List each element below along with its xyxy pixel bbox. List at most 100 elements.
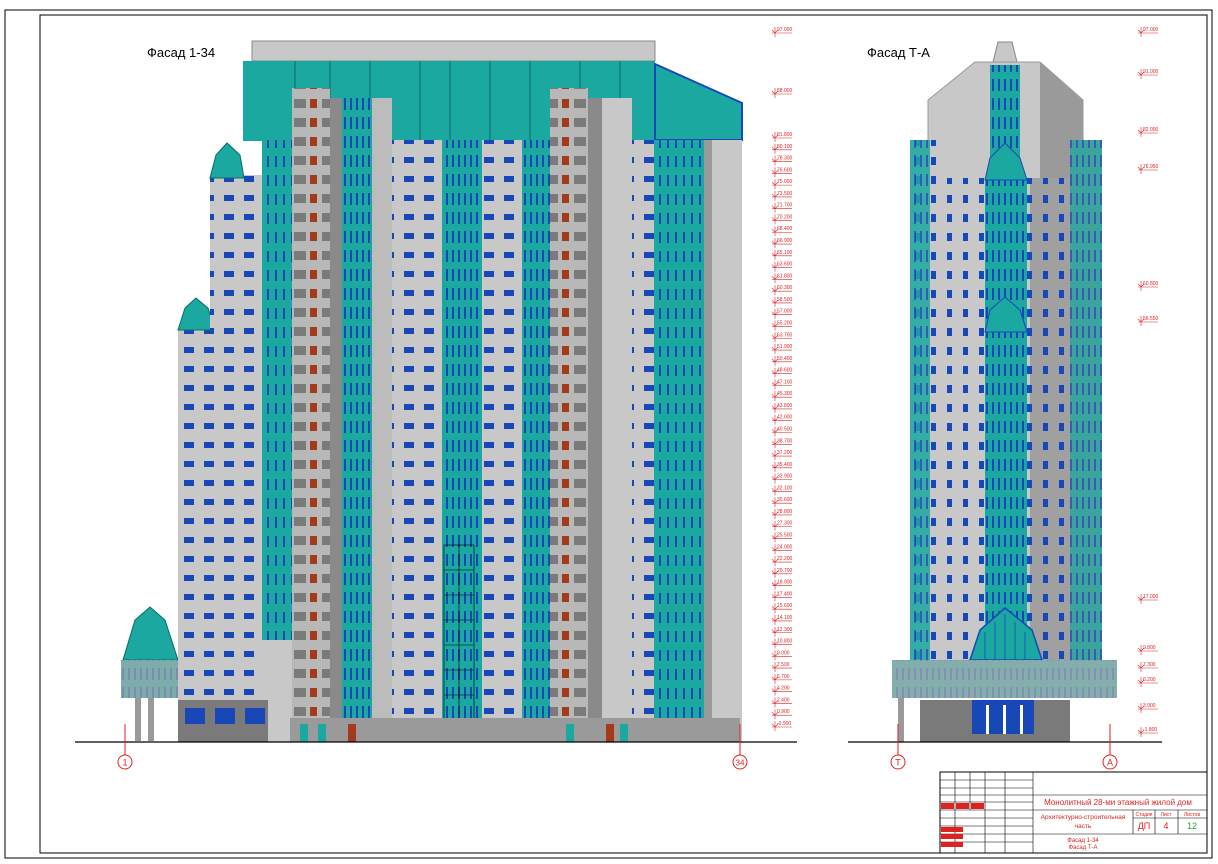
sheet-name-1: Фасад 1-34 (1067, 838, 1099, 844)
axis-label-a: А (1107, 758, 1113, 768)
elevation-mark-left-34: 28.800 (771, 508, 793, 519)
elevation-mark-left-20: 51.900 (771, 344, 793, 355)
elevation-label: 10.800 (777, 639, 793, 645)
elevation-label: 60.300 (777, 285, 793, 291)
elevation-mark-left-42: 15.600 (771, 603, 793, 614)
elevation-mark-left-32: 32.100 (771, 485, 793, 496)
elevation-mark-left-28: 38.700 (771, 438, 793, 449)
elevation-mark-left-36: 25.500 (771, 532, 793, 543)
elevation-mark-right-4: 60.800 (1137, 281, 1159, 291)
elevation-label: 97.000 (777, 27, 793, 33)
elevation-label: 50.400 (777, 356, 793, 362)
elevation-mark-left-51: 0.900 (771, 709, 792, 720)
elevation-label: 28.800 (777, 509, 793, 515)
elevation-label: 51.900 (777, 344, 793, 350)
elevation-mark-left-35: 27.300 (771, 520, 793, 531)
elevation-mark-left-6: 75.000 (771, 179, 793, 190)
svg-text:часть: часть (1075, 823, 1092, 830)
elevation-mark-left-7: 73.500 (771, 190, 793, 201)
axis-marker-a: А (1102, 724, 1118, 770)
elevation-label: 2.400 (777, 697, 790, 703)
elevation-label: 4.200 (777, 686, 790, 692)
elevation-mark-left-19: 53.700 (771, 332, 793, 343)
elevation-label: 57.000 (777, 309, 793, 315)
elevation-label: 15.600 (777, 603, 793, 609)
elevation-label: 17.400 (777, 591, 793, 597)
elevation-mark-left-49: 4.200 (771, 685, 792, 696)
elevation-mark-left-22: 48.600 (771, 367, 793, 378)
drawing-sheet: 1 34 Т А Фасад 1-34 Фасад Т-А 97.000 88.… (0, 0, 1218, 864)
elevation-mark-left-33: 30.600 (771, 497, 793, 508)
elevation-label: 75.000 (777, 179, 793, 185)
elevation-label: 45.300 (777, 391, 793, 397)
elevation-mark-left-44: 12.300 (771, 626, 793, 637)
axis-label-1: 1 (122, 758, 127, 768)
elevation-mark-left-15: 60.300 (771, 285, 793, 296)
elevation-mark-right-5: 56.550 (1137, 316, 1159, 326)
sheet-header: Лист (1161, 812, 1173, 818)
elevation-mark-left-52: -0.900 (771, 721, 792, 731)
elevation-mark-left-8: 71.700 (771, 202, 793, 213)
elevation-label: 7.300 (1143, 662, 1156, 668)
sheet-name-2: Фасад Т-А (1068, 845, 1097, 851)
left-dome-low (122, 606, 179, 661)
elevation-mark-left-30: 35.400 (771, 461, 793, 472)
elevation-mark-right-8: 7.300 (1137, 662, 1158, 672)
elevation-label: 30.600 (777, 497, 793, 503)
elevation-label: 76.600 (777, 167, 793, 173)
section-title: Архитектурно-строительная (1041, 814, 1126, 821)
title-block: Монолитный 28-ми этажный жилой дом Архит… (939, 771, 1208, 854)
elevation-mark-left-39: 20.700 (771, 567, 793, 578)
elevation-label: 25.500 (777, 533, 793, 539)
elevation-mark-right-1: 91.000 (1137, 69, 1159, 79)
elevation-mark-left-50: 2.400 (771, 697, 792, 708)
elevation-label: 55.200 (777, 320, 793, 326)
elevation-mark-left-29: 37.200 (771, 450, 793, 461)
elevation-mark-left-16: 58.500 (771, 296, 793, 307)
elevation-label: 60.800 (1143, 281, 1159, 287)
sheets-header: Листов (1184, 812, 1201, 818)
elevation-label: 20.700 (777, 568, 793, 574)
main-roof-band (251, 40, 656, 62)
sheets-value: 12 (1187, 821, 1197, 831)
elevation-label: 0.900 (777, 709, 790, 715)
elevation-label: 27.300 (777, 521, 793, 527)
elevation-mark-left-17: 57.000 (771, 308, 793, 319)
stage-header: Стадия (1135, 812, 1152, 818)
elevation-mark-left-26: 42.000 (771, 414, 793, 425)
elevation-label: 71.700 (777, 203, 793, 209)
facade-title-right: Фасад Т-А (867, 45, 930, 60)
elevation-mark-left-21: 50.400 (771, 355, 793, 366)
elevation-label: 35.400 (777, 462, 793, 468)
elevation-mark-right-0: 97.000 (1137, 27, 1159, 37)
elevation-mark-left-10: 68.400 (771, 226, 793, 237)
elevation-mark-right-7: 9.800 (1137, 645, 1158, 655)
elevation-label: 24.000 (777, 544, 793, 550)
elevation-label: 17.000 (1143, 594, 1159, 600)
facade-t-a (892, 41, 1117, 742)
elevation-label: 66.900 (777, 238, 793, 244)
elevation-mark-right-9: 6.200 (1137, 677, 1158, 687)
elevation-mark-left-11: 66.900 (771, 238, 793, 249)
elevation-label: 76.950 (1143, 164, 1159, 170)
elevation-mark-left-40: 18.900 (771, 579, 793, 590)
elevation-mark-left-9: 70.200 (771, 214, 793, 225)
elevation-label: 9.800 (1143, 645, 1156, 651)
elevation-mark-left-1: 88.000 (771, 88, 793, 98)
elevation-label: 7.500 (777, 662, 790, 668)
elevation-label: 32.100 (777, 485, 793, 491)
elevation-label: -0.900 (777, 721, 791, 727)
elevation-mark-left-45: 10.800 (771, 638, 793, 649)
elevation-label: -1.800 (1143, 727, 1157, 733)
elevation-mark-left-25: 43.800 (771, 402, 793, 413)
elevation-mark-left-14: 61.800 (771, 273, 793, 284)
elevation-mark-left-12: 65.100 (771, 249, 793, 260)
top-spire (992, 41, 1018, 63)
elevation-mark-left-23: 47.100 (771, 379, 793, 390)
elevation-label: 43.800 (777, 403, 793, 409)
elevation-mark-right-10: 3.900 (1137, 703, 1158, 713)
facade-1-34 (121, 40, 743, 742)
elevation-label: 38.700 (777, 438, 793, 444)
elevation-mark-left-38: 22.200 (771, 556, 793, 567)
project-title: Монолитный 28-ми этажный жилой дом (1044, 798, 1192, 807)
